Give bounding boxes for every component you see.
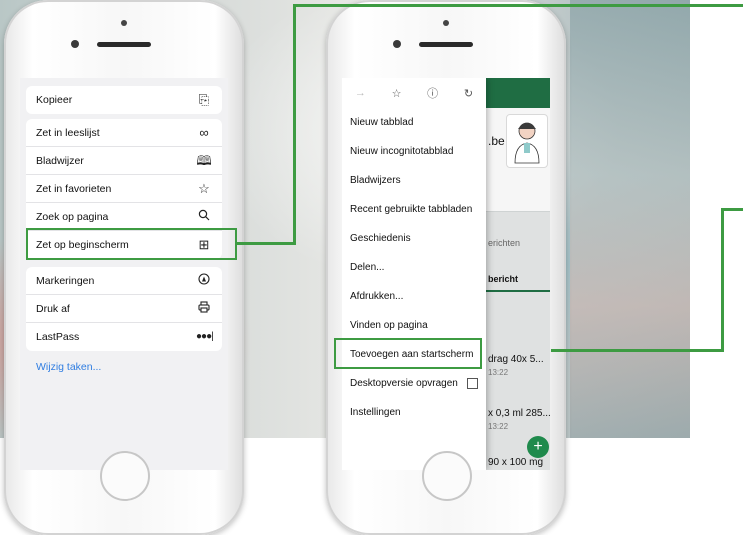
brand-text: .be <box>488 134 505 148</box>
share-item-zoek[interactable]: Zoek op pagina <box>26 203 222 231</box>
menu-toolbar: → ☆ ⓘ ↻ <box>342 78 486 108</box>
share-item-bladwijzer[interactable]: Bladwijzer 🕮 <box>26 147 222 175</box>
share-item-label: Druk af <box>36 302 70 315</box>
marker-icon <box>196 273 212 288</box>
share-item-label: Kopieer <box>36 94 73 106</box>
front-camera <box>443 20 449 26</box>
product-time: 13:22 <box>488 422 509 431</box>
product-name[interactable]: x 0,3 ml 285... <box>488 408 550 419</box>
search-icon <box>196 209 212 224</box>
menu-item-label: Nieuw incognitotabblad <box>350 145 454 157</box>
iphone-left: Kopieer ⎘ Zet in leeslijst ∞ Bladwijzer … <box>4 0 244 535</box>
menu-item-find[interactable]: Vinden op pagina <box>342 311 486 339</box>
menu-item-label: Nieuw tabblad <box>350 116 414 128</box>
product-name[interactable]: 90 x 100 mg <box>488 457 543 468</box>
menu-item-label: Bladwijzers <box>350 174 401 186</box>
menu-item-label: Instellingen <box>350 406 401 418</box>
lastpass-icon: ●●●| <box>196 331 214 342</box>
star-icon: ☆ <box>198 180 210 196</box>
menu-item-label: Vinden op pagina <box>350 319 428 331</box>
menu-item-label: Afdrukken... <box>350 290 404 302</box>
add-fab-button[interactable]: + <box>527 436 549 458</box>
star-icon[interactable]: ☆ <box>392 87 402 100</box>
earpiece <box>419 42 473 47</box>
connector-line <box>293 4 296 245</box>
menu-item-print[interactable]: Afdrukken... <box>342 282 486 310</box>
tab-message[interactable]: bericht <box>488 274 518 284</box>
tab-messages[interactable]: erichten <box>488 238 520 248</box>
product-name[interactable]: drag 40x 5... <box>488 354 544 365</box>
share-item-label: Markeringen <box>36 274 95 287</box>
front-camera <box>121 20 127 26</box>
iphone-right: .be erichten bericht drag 40x 5... 13:22… <box>326 0 566 535</box>
menu-item-new-tab[interactable]: Nieuw tabblad <box>342 108 486 136</box>
copy-icon: ⎘ <box>198 92 210 107</box>
doctor-illustration <box>506 114 548 168</box>
share-item-favorieten[interactable]: Zet in favorieten ☆ <box>26 175 222 203</box>
share-item-label: Zet in leeslijst <box>36 126 100 139</box>
background-photo-right <box>570 0 690 438</box>
share-item-label: LastPass <box>36 331 80 343</box>
share-item-leeslijst[interactable]: Zet in leeslijst ∞ <box>26 119 222 147</box>
menu-item-label: Recent gebruikte tabbladen <box>350 203 473 215</box>
share-item-label: Zoek op pagina <box>36 210 109 223</box>
extras-group: Markeringen Druk af LastPass ●●●| <box>26 267 222 351</box>
edit-actions-link[interactable]: Wijzig taken... <box>36 361 101 373</box>
home-button[interactable] <box>100 451 150 501</box>
connector-line <box>721 208 724 352</box>
share-item-druk-af[interactable]: Druk af <box>26 295 222 323</box>
chrome-overflow-menu: → ☆ ⓘ ↻ Nieuw tabblad Nieuw incognitotab… <box>342 78 486 470</box>
earpiece <box>97 42 151 47</box>
connector-line <box>237 242 295 245</box>
menu-item-recent-tabs[interactable]: Recent gebruikte tabbladen <box>342 195 486 223</box>
copy-group: Kopieer ⎘ <box>26 86 222 114</box>
share-item-kopieer[interactable]: Kopieer ⎘ <box>26 86 222 114</box>
info-icon[interactable]: ⓘ <box>427 85 438 101</box>
sensor <box>393 40 401 48</box>
connector-line <box>293 4 743 7</box>
ios-share-sheet: Kopieer ⎘ Zet in leeslijst ∞ Bladwijzer … <box>20 78 228 470</box>
connector-line <box>551 349 724 352</box>
menu-item-label: Desktopversie opvragen <box>350 377 458 389</box>
share-item-lastpass[interactable]: LastPass ●●●| <box>26 323 222 351</box>
menu-item-label: Geschiedenis <box>350 232 411 244</box>
menu-item-desktop-site[interactable]: Desktopversie opvragen <box>342 369 486 397</box>
highlight-box-android <box>334 338 482 369</box>
menu-item-settings[interactable]: Instellingen <box>342 398 486 426</box>
tab-indicator <box>486 290 550 292</box>
printer-icon <box>196 301 212 316</box>
menu-item-bookmarks[interactable]: Bladwijzers <box>342 166 486 194</box>
share-item-markeringen[interactable]: Markeringen <box>26 267 222 295</box>
menu-item-label: Delen... <box>350 261 385 273</box>
menu-item-share[interactable]: Delen... <box>342 253 486 281</box>
share-item-label: Bladwijzer <box>36 154 84 167</box>
glasses-icon: ∞ <box>199 124 209 140</box>
desktop-site-checkbox[interactable] <box>467 377 478 389</box>
connector-line <box>721 208 743 211</box>
android-browser-screen: .be erichten bericht drag 40x 5... 13:22… <box>342 78 550 470</box>
book-icon: 🕮 <box>196 152 212 168</box>
home-button[interactable] <box>422 451 472 501</box>
menu-item-incognito[interactable]: Nieuw incognitotabblad <box>342 137 486 165</box>
refresh-icon[interactable]: ↻ <box>464 87 473 100</box>
share-item-label: Zet in favorieten <box>36 182 112 195</box>
menu-item-history[interactable]: Geschiedenis <box>342 224 486 252</box>
sensor <box>71 40 79 48</box>
highlight-box-ios <box>26 228 237 260</box>
forward-icon[interactable]: → <box>355 87 366 99</box>
product-time: 13:22 <box>488 368 509 377</box>
